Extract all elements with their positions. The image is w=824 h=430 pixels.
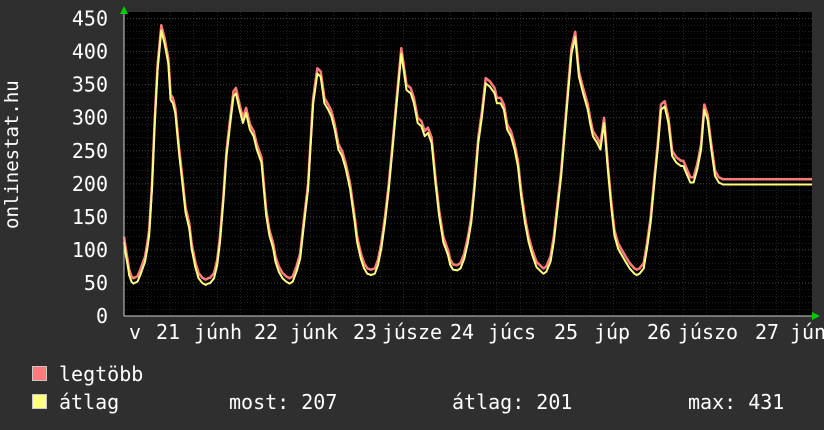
legend-label-avg: átlag [59,390,120,414]
legend-swatch-avg [32,394,47,409]
plot-area [124,12,812,316]
x-tick-label: 27 [755,320,779,344]
y-tick-label: 250 [72,139,108,163]
y-tick-label: 300 [72,106,108,130]
y-tick-label: 150 [72,205,108,229]
x-tick-label: júszo [678,320,738,344]
stat-now: most: 207 [229,390,338,414]
x-tick-label: jún [790,320,824,344]
x-tick-label: 25 [554,320,578,344]
stat-max: max: 431 [688,390,785,414]
x-tick-label: júp [594,320,630,344]
y-axis-arrow-icon [120,6,128,14]
x-tick-label: 22 [254,320,278,344]
x-tick-label: júnk [290,320,338,344]
x-tick-label: júsze [382,320,442,344]
x-tick-label: v [129,320,141,344]
x-tick-label: júcs [488,320,536,344]
y-tick-label: 350 [72,73,108,97]
stat-avg: átlag: 201 [452,390,573,414]
x-axis-arrow-icon [812,312,820,320]
x-axis-ticks: v 21 júnh 22 júnk 23 júsze 24 júcs 25 júp 26 júszo 27… [129,320,824,344]
x-tick-label: júnh [194,320,242,344]
x-tick-label: 26 [647,320,671,344]
y-tick-label: 200 [72,172,108,196]
legend-swatch-max [32,366,47,381]
y-tick-label: 0 [96,304,108,328]
y-tick-label: 400 [72,40,108,64]
y-tick-label: 50 [84,271,108,295]
x-tick-label: 23 [353,320,377,344]
y-tick-label: 100 [72,238,108,262]
x-tick-label: 21 [156,320,180,344]
y-tick-label: 450 [72,7,108,31]
y-axis-ticks: 0 50 100 150 200 250 300 350 400 450 [72,7,108,328]
x-tick-label: 24 [450,320,474,344]
legend-label-max: legtöbb [59,362,144,386]
y-axis-label: onlinestat.hu [1,80,23,229]
